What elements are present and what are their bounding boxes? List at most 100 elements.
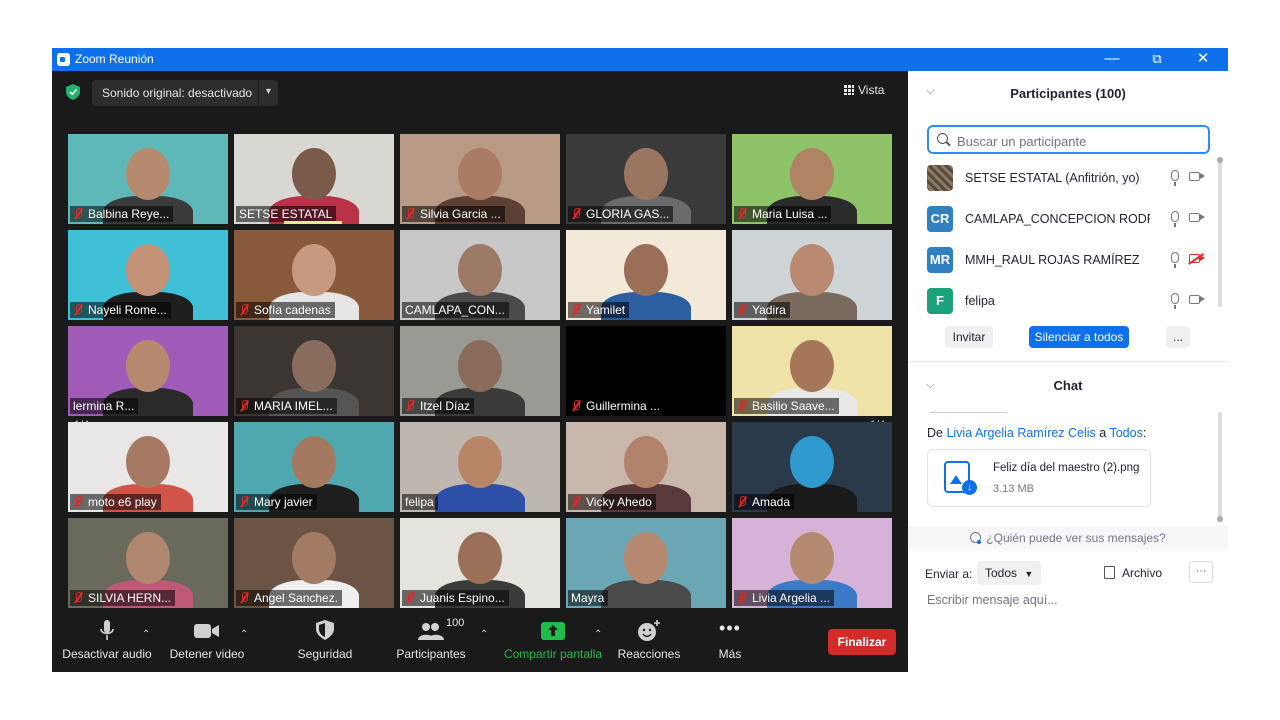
participant-video-tile[interactable]: SILVIA HERN... bbox=[68, 518, 228, 608]
search-icon bbox=[937, 133, 948, 144]
participant-video-tile[interactable]: Nayeli Rome... bbox=[68, 230, 228, 320]
microphone-icon[interactable] bbox=[1171, 170, 1179, 186]
title-bar: Zoom Reunión — ⧉ ✕ bbox=[52, 48, 1228, 71]
window-title: Zoom Reunión bbox=[75, 52, 154, 66]
panel-divider bbox=[908, 361, 1228, 362]
security-button[interactable]: Seguridad bbox=[292, 617, 358, 661]
muted-microphone-icon bbox=[737, 400, 748, 412]
video-off-icon[interactable] bbox=[1189, 254, 1200, 263]
participant-list-scrollbar[interactable] bbox=[1217, 157, 1223, 307]
share-screen-button[interactable]: Compartir pantalla bbox=[500, 617, 606, 661]
participant-name: Sofía cadenas bbox=[254, 303, 331, 317]
participant-name-label: lermina R... bbox=[70, 398, 139, 414]
participant-video-tile[interactable]: Silvia Garcia ... bbox=[400, 134, 560, 224]
participant-row[interactable]: Ffelipa bbox=[927, 285, 1217, 319]
chat-scrollbar[interactable] bbox=[1217, 412, 1223, 522]
participants-more-button[interactable]: ... bbox=[1166, 326, 1190, 348]
participant-name-label: Livia Argelia ... bbox=[734, 590, 835, 606]
participant-video-tile[interactable]: Sofía cadenas bbox=[234, 230, 394, 320]
participant-video-tile[interactable]: GLORIA GAS... bbox=[566, 134, 726, 224]
file-button[interactable]: Archivo bbox=[1104, 566, 1162, 580]
stop-video-button[interactable]: Detener video bbox=[167, 617, 247, 661]
person-face bbox=[292, 340, 336, 392]
muted-microphone-icon bbox=[73, 208, 84, 220]
participant-row[interactable]: CR CAMLAPA_CONCEPCION RODRI... bbox=[927, 203, 1217, 237]
participant-search-input[interactable] bbox=[955, 130, 1209, 152]
participant-name: felipa bbox=[405, 495, 434, 509]
participant-name: MMH_RAUL ROJAS RAMÍREZ bbox=[965, 253, 1140, 267]
participant-video-tile[interactable]: Guillermina ... bbox=[566, 326, 726, 416]
restore-button[interactable]: ⧉ bbox=[1134, 48, 1180, 71]
reactions-button[interactable]: Reacciones bbox=[616, 617, 682, 661]
participant-video-tile[interactable]: Angel Sanchez. bbox=[234, 518, 394, 608]
participant-video-tile[interactable]: Basilio Saave... bbox=[732, 326, 892, 416]
participant-video-tile[interactable]: Juanis Espino... bbox=[400, 518, 560, 608]
participant-video-tile[interactable]: Mary javier bbox=[234, 422, 394, 512]
participant-video-tile[interactable]: Amada bbox=[732, 422, 892, 512]
file-attachment[interactable]: ↓ Feliz día del maestro (2).png 3.13 MB bbox=[927, 449, 1151, 507]
participant-video-tile[interactable]: Itzel Díaz bbox=[400, 326, 560, 416]
person-face bbox=[790, 340, 834, 392]
view-button[interactable]: Vista bbox=[844, 83, 884, 97]
chat-title: Chat bbox=[1053, 378, 1083, 393]
audio-options-caret[interactable]: ⌃ bbox=[142, 629, 150, 640]
original-sound-toggle[interactable]: Sonido original: desactivado ▼ bbox=[92, 80, 278, 106]
person-face bbox=[624, 436, 668, 488]
mute-audio-button[interactable]: Desactivar audio bbox=[62, 617, 152, 661]
recipient-dropdown[interactable]: Todos ▼ bbox=[977, 561, 1042, 585]
microphone-icon[interactable] bbox=[1171, 293, 1179, 309]
chat-more-button[interactable]: ··· bbox=[1189, 561, 1213, 583]
chat-message-input[interactable] bbox=[925, 592, 1219, 608]
video-camera-icon[interactable] bbox=[1189, 172, 1200, 181]
participant-video-tile[interactable]: lermina R... bbox=[68, 326, 228, 416]
video-camera-icon[interactable] bbox=[1189, 295, 1200, 304]
invite-button[interactable]: Invitar bbox=[945, 326, 993, 348]
download-icon[interactable]: ↓ bbox=[962, 480, 977, 495]
participant-name: Balbina Reye... bbox=[88, 207, 170, 221]
participant-name-label: felipa bbox=[402, 494, 438, 510]
participant-video-tile[interactable]: Maria Luisa ... bbox=[732, 134, 892, 224]
microphone-icon[interactable] bbox=[1171, 211, 1179, 227]
participant-name: Yamilet bbox=[586, 303, 626, 317]
muted-microphone-icon bbox=[73, 304, 84, 316]
participant-search[interactable] bbox=[927, 125, 1210, 154]
participant-video-tile[interactable]: Mayra bbox=[566, 518, 726, 608]
end-meeting-button[interactable]: Finalizar bbox=[828, 629, 896, 655]
participant-video-tile[interactable]: Yadira bbox=[732, 230, 892, 320]
close-button[interactable]: ✕ bbox=[1180, 48, 1226, 71]
participant-name-label: Mary javier bbox=[236, 494, 317, 510]
microphone-icon[interactable] bbox=[1171, 252, 1179, 268]
more-button[interactable]: ••• Más bbox=[712, 617, 748, 661]
participant-video-tile[interactable]: Vicky Ahedo bbox=[566, 422, 726, 512]
participants-button[interactable]: 100 Participantes bbox=[394, 617, 468, 661]
video-options-caret[interactable]: ⌃ bbox=[240, 629, 248, 640]
participant-video-tile[interactable]: Livia Argelia ... bbox=[732, 518, 892, 608]
participant-name-label: Vicky Ahedo bbox=[568, 494, 656, 510]
video-camera-icon[interactable] bbox=[1189, 213, 1200, 222]
who-can-see-messages-link[interactable]: ¿Quién puede ver sus mensajes? bbox=[908, 526, 1228, 550]
zoom-window: Zoom Reunión — ⧉ ✕ Sonido original: desa… bbox=[52, 48, 1228, 672]
share-options-caret[interactable]: ⌃ bbox=[594, 629, 602, 640]
mute-all-button[interactable]: Silenciar a todos bbox=[1029, 326, 1129, 348]
participant-video-tile[interactable]: Balbina Reye... bbox=[68, 134, 228, 224]
muted-microphone-icon bbox=[737, 496, 748, 508]
participant-row[interactable]: SETSE ESTATAL (Anfitrión, yo) bbox=[927, 162, 1217, 196]
participant-video-tile[interactable]: SETSE ESTATAL bbox=[234, 134, 394, 224]
participant-name: CAMLAPA_CON... bbox=[405, 303, 505, 317]
participant-video-tile[interactable]: moto e6 play bbox=[68, 422, 228, 512]
encryption-shield-icon[interactable] bbox=[66, 84, 80, 100]
sender-name-link[interactable]: Livia Argelia Ramírez Celis bbox=[946, 426, 1095, 440]
stop-video-label: Detener video bbox=[169, 647, 245, 661]
participants-options-caret[interactable]: ⌃ bbox=[480, 629, 488, 640]
participant-row[interactable]: MR MMH_RAUL ROJAS RAMÍREZ bbox=[927, 244, 1217, 278]
person-face bbox=[126, 436, 170, 488]
chevron-down-icon[interactable]: ▼ bbox=[264, 86, 273, 96]
minimize-button[interactable]: — bbox=[1089, 48, 1135, 71]
participant-video-tile[interactable]: CAMLAPA_CON... bbox=[400, 230, 560, 320]
participant-video-tile[interactable]: Yamilet bbox=[566, 230, 726, 320]
recipient-link[interactable]: Todos bbox=[1109, 426, 1142, 440]
participant-video-tile[interactable]: felipa bbox=[400, 422, 560, 512]
muted-microphone-icon bbox=[405, 592, 416, 604]
participant-name-label: Maria Luisa ... bbox=[734, 206, 832, 222]
participant-video-tile[interactable]: MARIA IMEL... bbox=[234, 326, 394, 416]
